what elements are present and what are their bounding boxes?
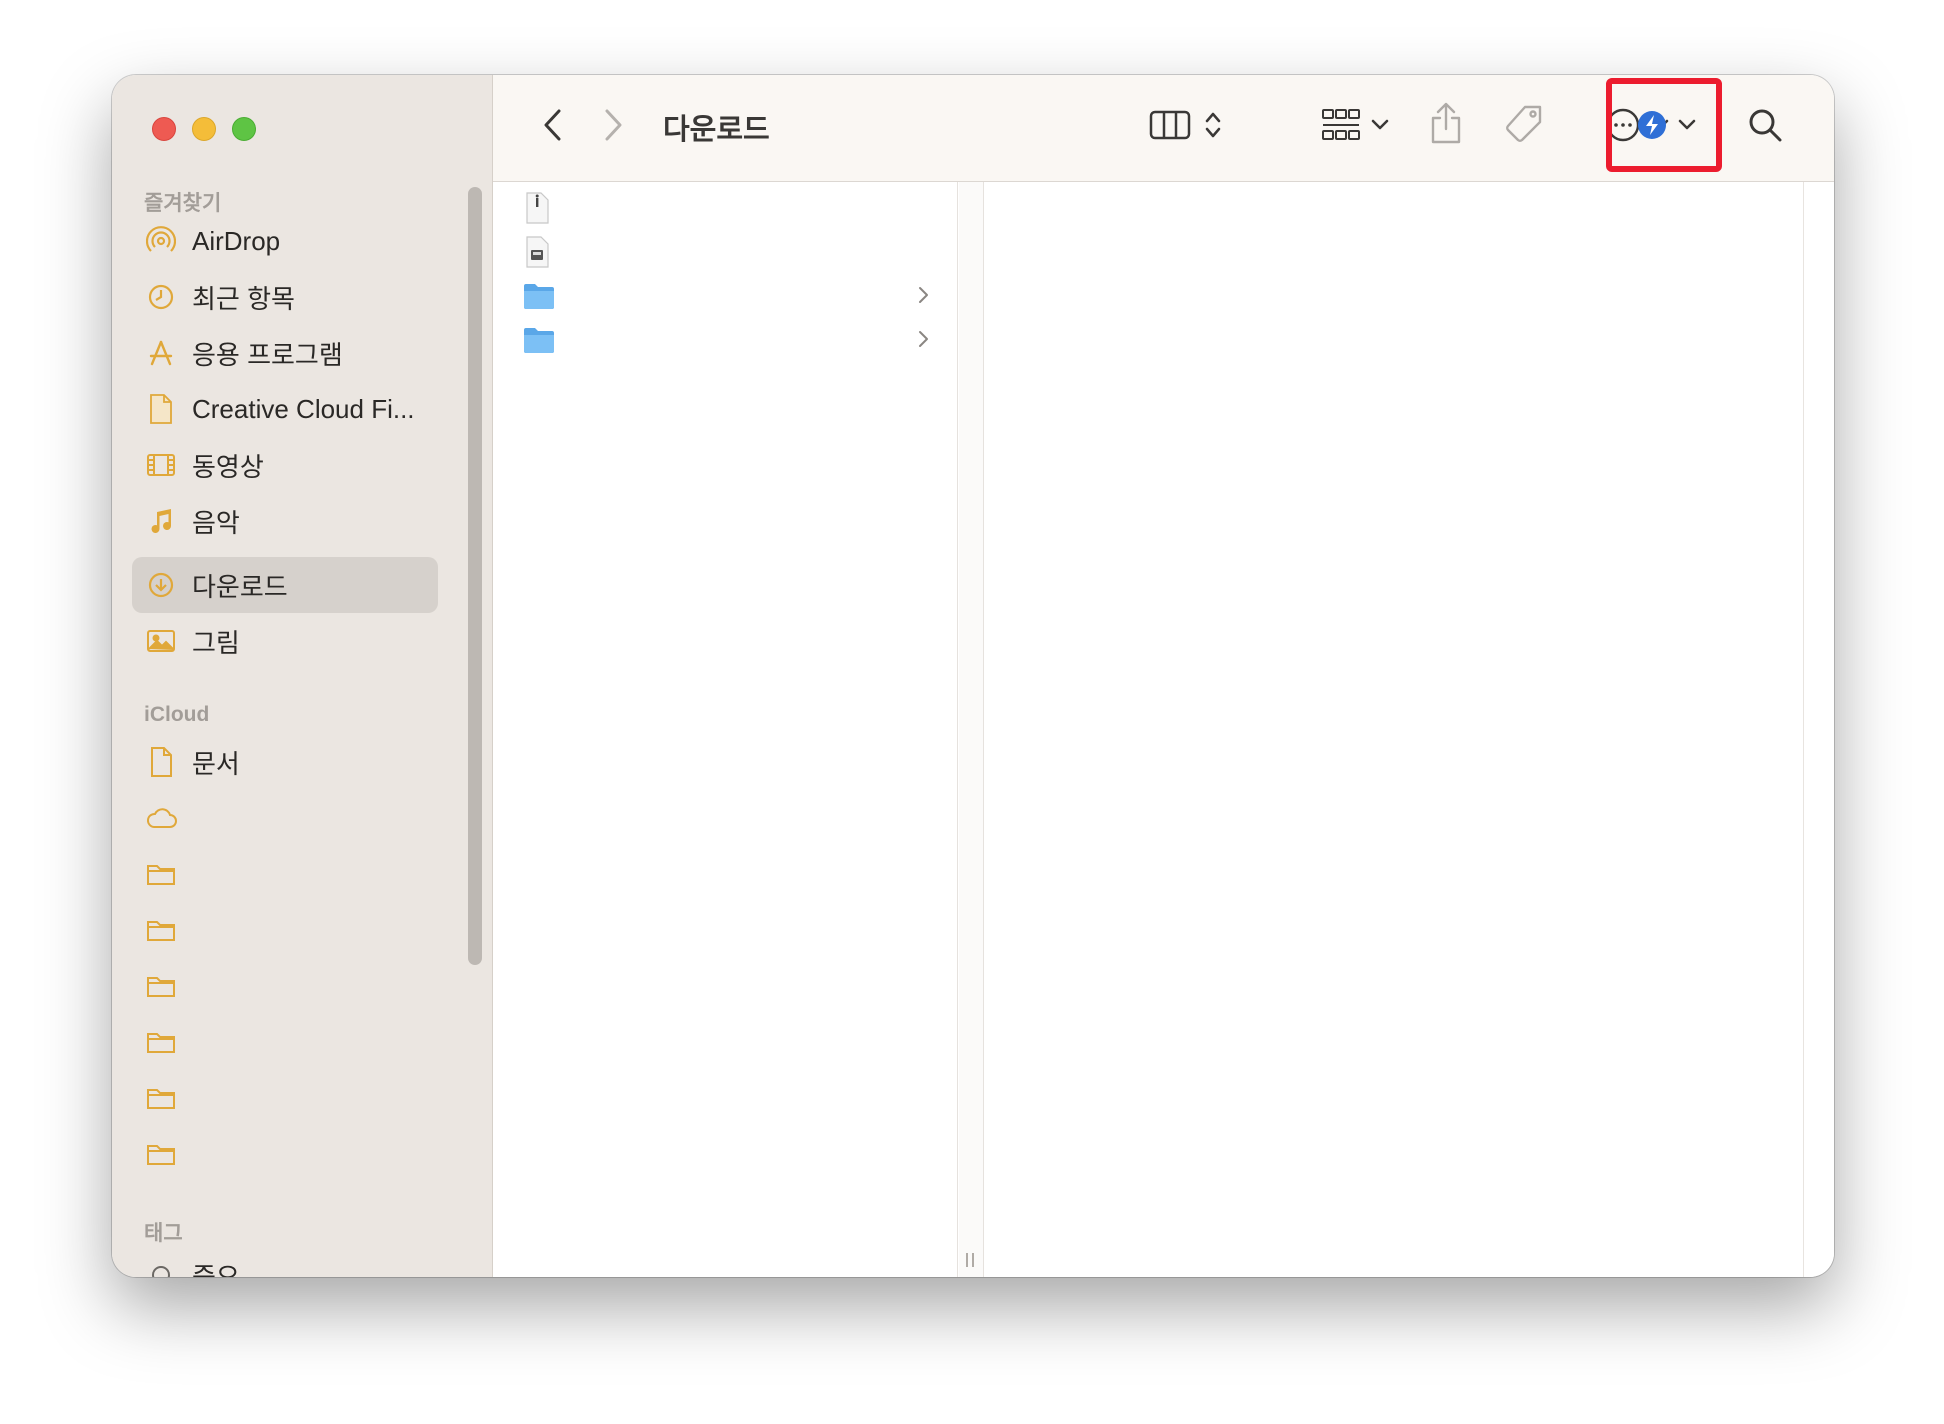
tags-section-title: 태그 xyxy=(144,1222,183,1245)
sidebar-item-recents[interactable]: 최근 항목 xyxy=(132,269,438,325)
info-file-icon xyxy=(523,191,551,229)
back-icon xyxy=(542,108,564,147)
sidebar-item-folder[interactable] xyxy=(132,1070,438,1126)
preview-column-edge xyxy=(1803,182,1804,1277)
download-icon xyxy=(144,568,178,602)
sidebar-item-applications[interactable]: 응용 프로그램 xyxy=(132,325,438,381)
up-down-chevron-icon xyxy=(1205,110,1221,145)
sidebar-scrollbar[interactable] xyxy=(468,187,482,965)
column-resize-handle[interactable] xyxy=(959,182,984,1277)
zoom-window-button[interactable] xyxy=(232,117,256,141)
tag-button[interactable] xyxy=(1499,101,1549,151)
tag-icon xyxy=(1503,103,1545,150)
tag-circle-icon xyxy=(144,1258,178,1277)
sidebar-item-label: 중요 xyxy=(192,1261,240,1278)
file-row[interactable] xyxy=(523,234,933,274)
sidebar-item-label: Creative Cloud Fi... xyxy=(192,393,415,424)
share-icon xyxy=(1430,101,1462,150)
view-mode-button[interactable] xyxy=(1137,105,1233,149)
chevron-right-icon xyxy=(917,286,929,309)
photo-icon xyxy=(144,624,178,658)
folder-icon xyxy=(523,326,555,359)
document-icon xyxy=(144,392,178,426)
folder-icon xyxy=(523,282,555,315)
sidebar-item-creative-cloud[interactable]: Creative Cloud Fi... xyxy=(132,381,438,437)
file-browser xyxy=(493,182,1834,1277)
resize-grip-icon xyxy=(966,1253,974,1267)
window-title: 다운로드 xyxy=(663,114,770,146)
forward-icon xyxy=(602,108,624,147)
sidebar-item-label: 다운로드 xyxy=(192,571,288,602)
clock-icon xyxy=(144,280,178,314)
folder-icon xyxy=(144,913,178,947)
sidebar-item-label: 문서 xyxy=(192,748,240,779)
sidebar-item-label: 그림 xyxy=(192,627,240,658)
sidebar-item-label: 응용 프로그램 xyxy=(192,339,343,370)
sidebar-item-downloads[interactable]: 다운로드 xyxy=(132,557,438,613)
folder-icon xyxy=(144,969,178,1003)
chevron-down-icon xyxy=(1371,118,1389,136)
sidebar-item-folder[interactable] xyxy=(132,902,438,958)
search-icon xyxy=(1747,107,1783,148)
music-note-icon xyxy=(144,504,178,538)
sidebar-item-movies[interactable]: 동영상 xyxy=(132,437,438,493)
sidebar-item-folder[interactable] xyxy=(132,958,438,1014)
sidebar-item-airdrop[interactable]: AirDrop xyxy=(132,213,438,269)
sidebar-item-tag-important[interactable]: 중요 xyxy=(132,1247,438,1277)
file-row[interactable] xyxy=(523,190,933,230)
share-button[interactable] xyxy=(1423,99,1469,151)
chevron-right-icon xyxy=(917,330,929,353)
forward-button[interactable] xyxy=(593,107,633,147)
close-window-button[interactable] xyxy=(152,117,176,141)
folder-icon xyxy=(144,857,178,891)
sidebar-item-label: 최근 항목 xyxy=(192,283,295,314)
finder-window: 즐겨찾기 AirDrop 최근 항목 응용 프로그램 Creative Clou… xyxy=(112,75,1834,1277)
document-icon xyxy=(144,745,178,779)
cloud-icon xyxy=(144,801,178,835)
sidebar: 즐겨찾기 AirDrop 최근 항목 응용 프로그램 Creative Clou… xyxy=(112,75,493,1277)
sidebar-item-folder[interactable] xyxy=(132,1014,438,1070)
sidebar-item-pictures[interactable]: 그림 xyxy=(132,613,438,669)
sidebar-item-label: AirDrop xyxy=(192,225,281,256)
group-icon xyxy=(1321,108,1361,147)
sidebar-item-label: 동영상 xyxy=(192,451,264,482)
folder-icon xyxy=(144,1137,178,1171)
toolbar: 다운로드 xyxy=(493,75,1834,182)
minimize-window-button[interactable] xyxy=(192,117,216,141)
film-icon xyxy=(144,448,178,482)
group-button[interactable] xyxy=(1315,105,1395,149)
sidebar-item-music[interactable]: 음악 xyxy=(132,493,438,549)
sidebar-item-folder[interactable] xyxy=(132,846,438,902)
airdrop-icon xyxy=(144,224,178,258)
sidebar-item-label: 음악 xyxy=(192,507,240,538)
column-view-icon xyxy=(1149,109,1191,146)
folder-icon xyxy=(144,1025,178,1059)
sidebar-item-folder[interactable] xyxy=(132,1126,438,1182)
folder-icon xyxy=(144,1081,178,1115)
folder-row[interactable] xyxy=(523,322,933,362)
folder-row[interactable] xyxy=(523,278,933,318)
sidebar-item-documents[interactable]: 문서 xyxy=(132,734,438,790)
sidebar-item-icloud-drive[interactable] xyxy=(132,790,438,846)
disk-image-file-icon xyxy=(523,235,551,273)
search-button[interactable] xyxy=(1743,105,1787,149)
back-button[interactable] xyxy=(533,107,573,147)
file-column xyxy=(493,182,958,1277)
icloud-section-title: iCloud xyxy=(144,703,210,726)
highlight-box xyxy=(1606,78,1722,172)
applications-icon xyxy=(144,336,178,370)
